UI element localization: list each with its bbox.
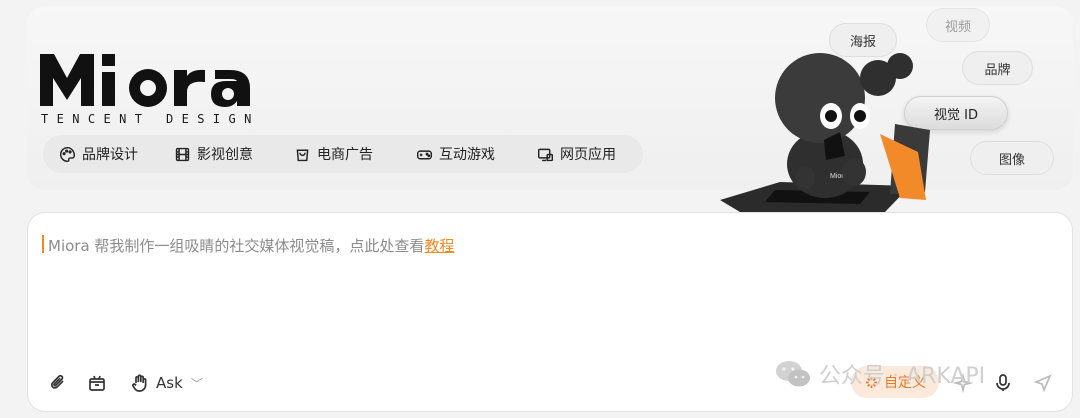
asset-box-button[interactable] [87, 373, 107, 393]
category-web-app[interactable]: 网页应用 [537, 135, 616, 173]
box-icon [89, 375, 105, 391]
prompt-placeholder: Miora 帮我制作一组吸睛的社交媒体视觉稿，点此处查看 [48, 237, 425, 255]
send-button[interactable] [1033, 373, 1053, 393]
custom-style-button[interactable]: 自定义 [851, 366, 939, 398]
mascot-illustration: Miora [720, 53, 930, 212]
sparkle-icon [865, 376, 878, 388]
category-bar: 品牌设计 影视创意 电商广告 互动游戏 网页应用 [43, 135, 643, 173]
prompt-input[interactable]: Miora 帮我制作一组吸睛的社交媒体视觉稿，点此处查看教程 [48, 235, 454, 256]
microphone-icon [996, 374, 1010, 391]
attach-button[interactable] [48, 373, 68, 393]
enhance-button[interactable] [953, 373, 973, 393]
category-label: 品牌设计 [82, 147, 138, 163]
send-icon [1033, 374, 1052, 393]
category-games[interactable]: 互动游戏 [416, 135, 495, 173]
category-brand-design[interactable]: 品牌设计 [59, 135, 138, 173]
category-film[interactable]: 影视创意 [174, 135, 253, 173]
paperclip-icon [50, 374, 64, 389]
prompt-box[interactable]: Miora 帮我制作一组吸睛的社交媒体视觉稿，点此处查看教程 Ask ﹀ 自定义 [27, 212, 1073, 412]
category-label: 网页应用 [560, 147, 616, 163]
text-caret [42, 235, 44, 253]
category-label: 影视创意 [197, 147, 253, 163]
category-label: 互动游戏 [439, 147, 495, 163]
sparkle-icon [953, 373, 973, 393]
chevron-down-icon: ﹀ [190, 376, 203, 391]
tag-image[interactable]: 图像 [970, 141, 1054, 175]
tutorial-link[interactable]: 教程 [424, 237, 454, 255]
tag-video[interactable]: 视频 [926, 8, 990, 42]
palette-icon [59, 146, 76, 162]
hand-icon [132, 374, 147, 392]
category-ecommerce[interactable]: 电商广告 [294, 135, 373, 173]
miora-logo-icon [40, 54, 250, 107]
tag-brand[interactable]: 品牌 [962, 51, 1033, 85]
voice-input-button[interactable] [993, 373, 1013, 393]
shopping-bag-icon [296, 149, 309, 161]
ask-mode-label: Ask [156, 374, 183, 392]
category-label: 电商广告 [317, 147, 373, 163]
web-app-icon [537, 148, 554, 161]
film-icon [175, 147, 190, 161]
brand-subtitle: TENCENT DESIGN [41, 112, 260, 126]
gamepad-icon [416, 149, 433, 159]
brand-logo [40, 48, 285, 108]
ask-mode-select[interactable]: Ask ﹀ [130, 373, 203, 393]
custom-style-label: 自定义 [884, 375, 926, 391]
